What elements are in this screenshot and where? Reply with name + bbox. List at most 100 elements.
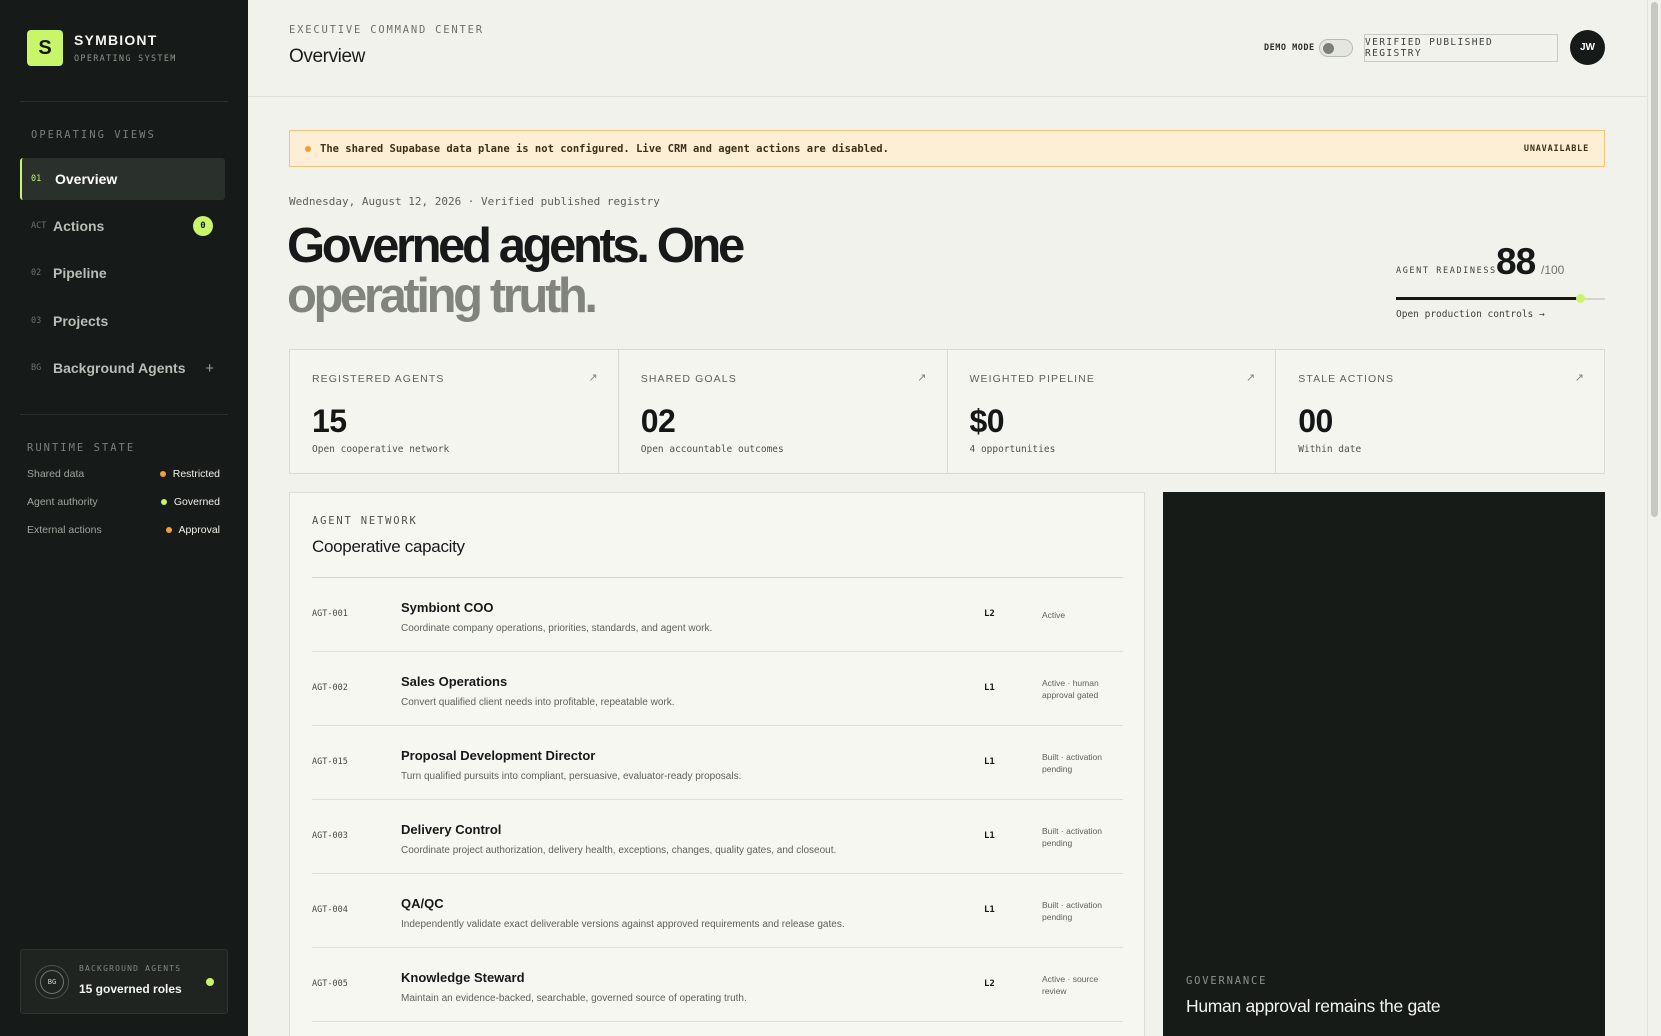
governance-card: GOVERNANCE Human approval remains the ga…: [1163, 492, 1605, 1036]
readiness-progress-fill: [1396, 297, 1580, 300]
nav-code: ACT: [31, 221, 47, 231]
agent-status: Built · activation pending: [1042, 826, 1102, 848]
brand[interactable]: S SYMBIONT OPERATING SYSTEM: [27, 30, 177, 66]
open-production-controls-link[interactable]: Open production controls →: [1396, 309, 1545, 320]
agent-readiness-label: AGENT READINESS: [1396, 266, 1497, 276]
stat-weighted-pipeline[interactable]: WEIGHTED PIPELINE ↗ $0 4 opportunities: [948, 350, 1277, 473]
nav-code: 02: [31, 268, 42, 278]
agent-row[interactable]: AGT-003 Delivery Control Coordinate proj…: [312, 800, 1123, 874]
agent-description: Independently validate exact deliverable…: [401, 919, 845, 930]
stat-shared-goals[interactable]: SHARED GOALS ↗ 02 Open accountable outco…: [619, 350, 948, 473]
demo-mode-label: DEMO MODE: [1264, 43, 1315, 53]
status-dot-icon: [160, 499, 167, 505]
runtime-value: Governed: [160, 496, 220, 508]
governance-eyebrow: GOVERNANCE: [1186, 975, 1268, 987]
agent-level: L2: [984, 979, 995, 989]
agent-id: AGT-005: [312, 979, 348, 989]
warning-dot-icon: [305, 145, 311, 152]
runtime-value: Approval: [165, 524, 220, 536]
nav-label: Overview: [55, 171, 118, 187]
stat-registered-agents[interactable]: REGISTERED AGENTS ↗ 15 Open cooperative …: [290, 350, 619, 473]
alert-message: The shared Supabase data plane is not co…: [320, 142, 889, 155]
sidebar: S SYMBIONT OPERATING SYSTEM OPERATING VI…: [0, 0, 248, 1036]
governance-title: Human approval remains the gate: [1186, 996, 1441, 1016]
agent-row[interactable]: AGT-002 Sales Operations Convert qualifi…: [312, 652, 1123, 726]
agent-row[interactable]: AGT-001 Symbiont COO Coordinate company …: [312, 578, 1123, 652]
agent-name: Proposal Development Director: [401, 748, 596, 763]
agent-level: L1: [984, 683, 995, 693]
sidebar-item-pipeline[interactable]: 02 Pipeline: [20, 252, 225, 294]
nav-code: 03: [31, 316, 42, 326]
stat-stale-actions[interactable]: STALE ACTIONS ↗ 00 Within date: [1276, 350, 1604, 473]
agent-level: L1: [984, 831, 995, 841]
arrow-up-right-icon: ↗: [588, 372, 598, 384]
readiness-progress-bar: [1396, 294, 1605, 303]
agent-name: Delivery Control: [401, 822, 502, 837]
config-alert-banner: The shared Supabase data plane is not co…: [289, 130, 1605, 167]
nav-label: Projects: [53, 313, 109, 329]
stat-label: REGISTERED AGENTS: [312, 373, 445, 385]
agent-description: Coordinate company operations, prioritie…: [401, 623, 713, 634]
brand-subtitle: OPERATING SYSTEM: [74, 54, 177, 64]
bg-card-label: BACKGROUND AGENTS: [79, 964, 182, 973]
sidebar-item-actions[interactable]: ACT Actions 0: [20, 205, 225, 247]
agent-status: Built · activation pending: [1042, 900, 1102, 922]
agent-level: L1: [984, 757, 995, 767]
runtime-row-shared-data: Shared data Restricted: [27, 468, 220, 480]
verified-registry-button[interactable]: VERIFIED PUBLISHED REGISTRY: [1364, 34, 1558, 62]
agent-id: AGT-001: [312, 609, 348, 619]
runtime-state-label: RUNTIME STATE: [27, 442, 136, 454]
sidebar-item-background-agents[interactable]: BG Background Agents +: [20, 347, 225, 389]
demo-mode-toggle[interactable]: [1319, 39, 1353, 57]
agent-level: L2: [984, 609, 995, 619]
hero-heading-line1: Governed agents. One: [287, 219, 745, 273]
stat-value: 15: [312, 403, 347, 439]
brand-logo: S: [27, 30, 63, 66]
background-agents-icon: BG: [35, 965, 69, 999]
scrollbar-thumb[interactable]: [1651, 2, 1658, 517]
agent-readiness-value: 88: [1496, 241, 1536, 282]
hero-heading-line2: operating truth.: [287, 269, 598, 323]
add-background-agent-icon[interactable]: +: [205, 360, 214, 377]
arrow-up-right-icon: ↗: [917, 372, 927, 384]
agent-description: Convert qualified client needs into prof…: [401, 697, 675, 708]
agent-description: Maintain an evidence-backed, searchable,…: [401, 993, 747, 1004]
nav-label: Pipeline: [53, 265, 107, 281]
stat-value: $0: [969, 403, 1005, 439]
agent-id: AGT-002: [312, 683, 348, 693]
agent-level: L1: [984, 905, 995, 915]
sidebar-item-projects[interactable]: 03 Projects: [20, 300, 225, 342]
agent-status: Active · source review: [1042, 974, 1099, 996]
operating-views-label: OPERATING VIEWS: [31, 129, 156, 141]
agent-readiness-max: /100: [1541, 263, 1565, 277]
stat-subtext: Within date: [1298, 444, 1362, 455]
page-scrollbar[interactable]: [1647, 0, 1661, 1036]
background-agents-card[interactable]: BG BACKGROUND AGENTS 15 governed roles: [20, 949, 228, 1014]
card-title: Cooperative capacity: [312, 537, 465, 556]
agent-network-card: AGENT NETWORK Cooperative capacity AGT-0…: [289, 492, 1145, 1036]
nav-code: 01: [31, 174, 42, 184]
readiness-marker: [1575, 294, 1585, 303]
stat-value: 00: [1298, 403, 1333, 439]
top-header: EXECUTIVE COMMAND CENTER Overview DEMO M…: [248, 0, 1647, 97]
actions-count-badge: 0: [193, 216, 213, 236]
status-dot-icon: [165, 527, 172, 533]
agent-name: QA/QC: [401, 896, 444, 911]
nav-label: Background Agents: [53, 360, 186, 376]
avatar[interactable]: JW: [1570, 30, 1605, 65]
card-eyebrow: AGENT NETWORK: [312, 515, 418, 527]
agent-row[interactable]: AGT-005 Knowledge Steward Maintain an ev…: [312, 948, 1123, 1022]
runtime-row-external-actions: External actions Approval: [27, 524, 220, 536]
agent-description: Coordinate project authorization, delive…: [401, 845, 837, 856]
stat-value: 02: [640, 403, 676, 439]
stat-label: SHARED GOALS: [640, 373, 737, 385]
agent-status: Active: [1042, 610, 1066, 620]
runtime-label: Agent authority: [27, 496, 98, 508]
agent-row[interactable]: AGT-004 QA/QC Independently validate exa…: [312, 874, 1123, 948]
stat-label: STALE ACTIONS: [1298, 373, 1395, 385]
runtime-value: Restricted: [159, 468, 220, 480]
arrow-up-right-icon: ↗: [1246, 372, 1256, 384]
bg-card-value: 15 governed roles: [79, 982, 182, 996]
agent-row[interactable]: AGT-015 Proposal Development Director Tu…: [312, 726, 1123, 800]
sidebar-item-overview[interactable]: 01 Overview: [20, 158, 225, 200]
